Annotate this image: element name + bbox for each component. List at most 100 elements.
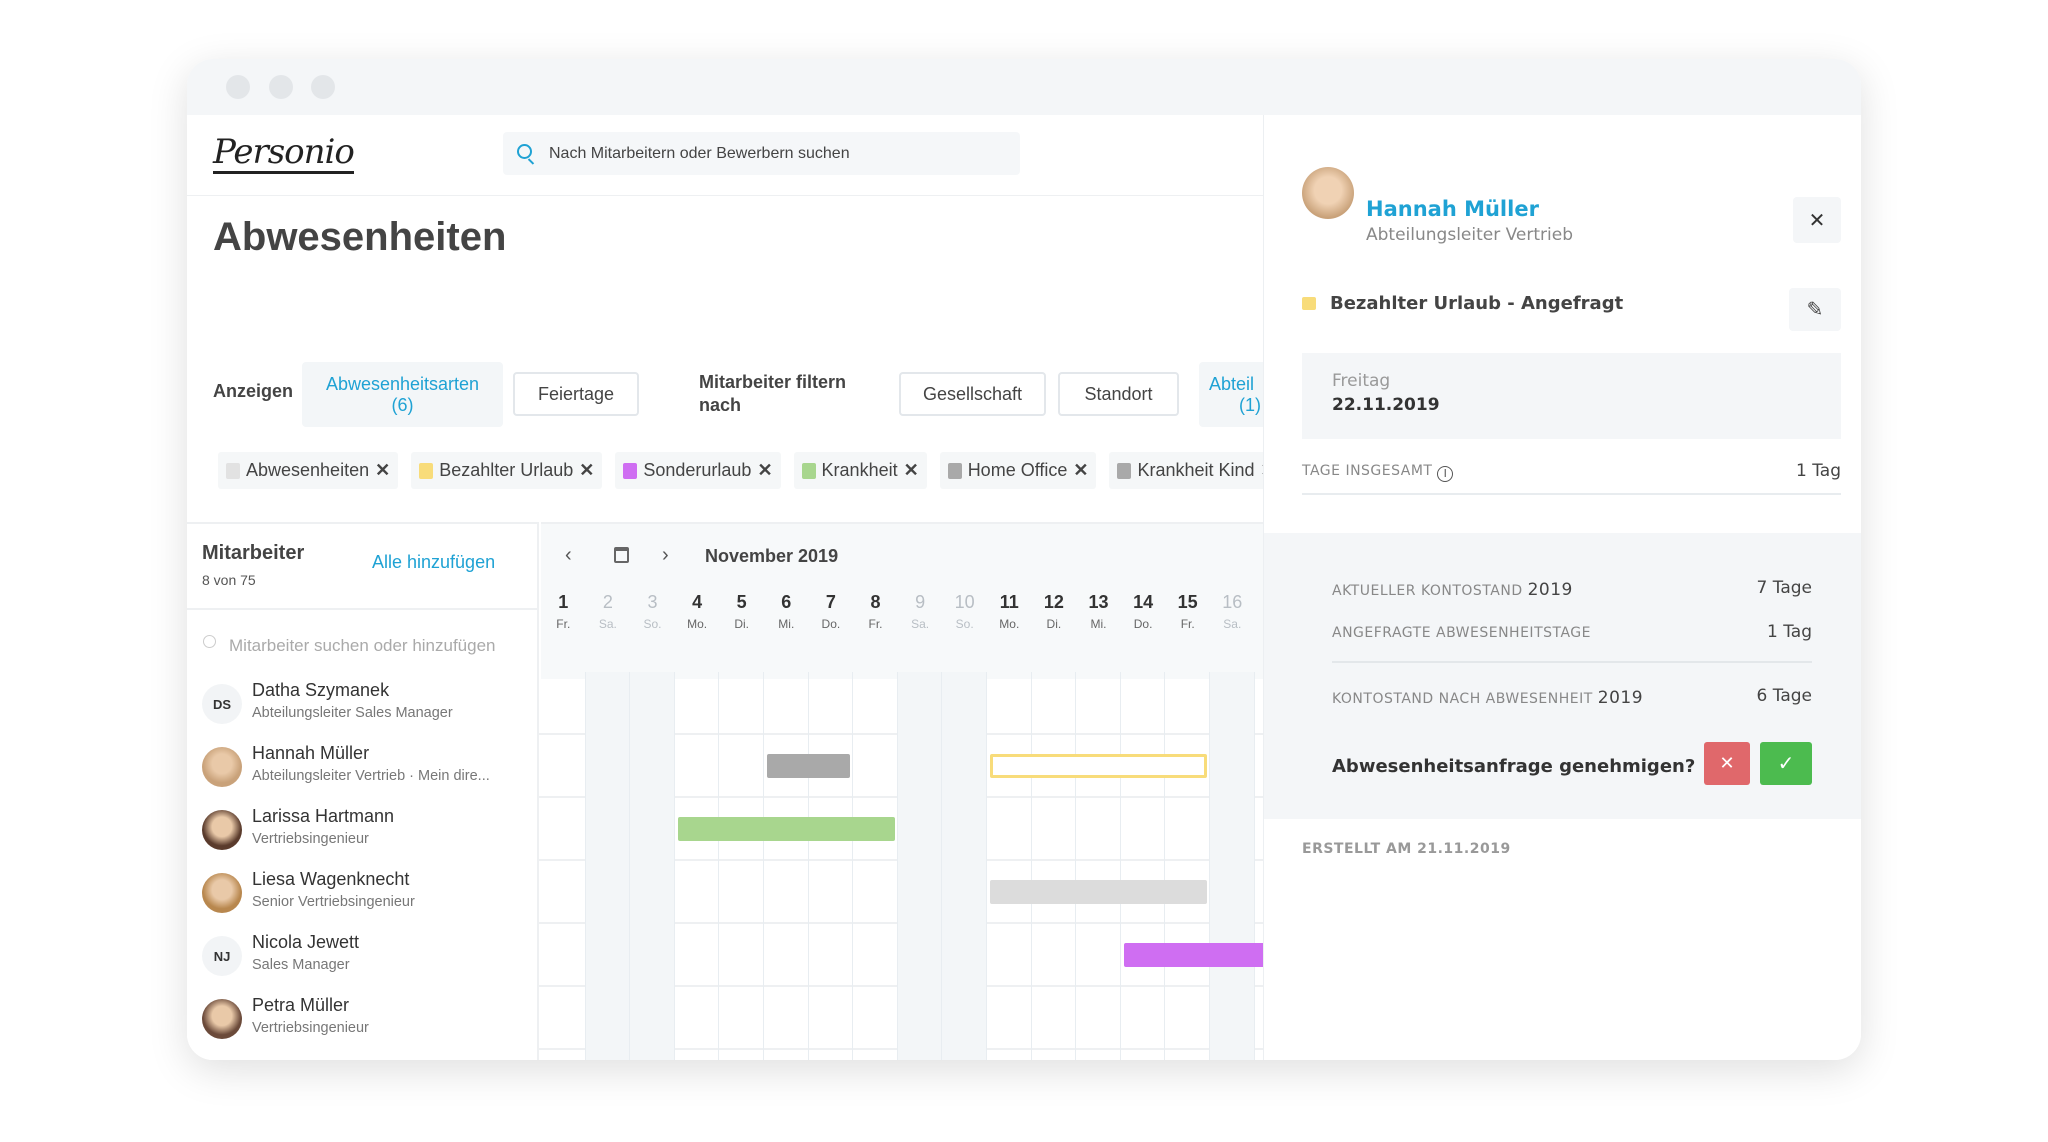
day-cell[interactable]: [675, 672, 720, 735]
day-cell[interactable]: [897, 861, 943, 924]
day-cell[interactable]: [719, 672, 764, 735]
day-cell[interactable]: [630, 1050, 675, 1060]
employee-search-input[interactable]: Mitarbeiter suchen oder hinzufügen: [187, 608, 539, 678]
employee-row[interactable]: DS Datha Szymanek Abteilungsleiter Sales M…: [187, 672, 1263, 735]
window-close-dot[interactable]: [226, 75, 250, 99]
employee-info[interactable]: Liesa Wagenknecht Senior Vertriebsingenie…: [187, 861, 539, 924]
employee-info[interactable]: Sonja HufnagelVertriebsleiter · Mein dir…: [187, 1050, 539, 1060]
absence-bar[interactable]: [677, 817, 895, 841]
window-maximize-dot[interactable]: [311, 75, 335, 99]
day-cell[interactable]: [1165, 672, 1210, 735]
day-cell[interactable]: [719, 1050, 764, 1060]
holidays-button[interactable]: Feiertage: [513, 372, 639, 416]
approve-button[interactable]: ✓: [1760, 742, 1812, 785]
absence-bar[interactable]: [990, 880, 1207, 904]
day-cell[interactable]: [630, 924, 675, 987]
day-cell[interactable]: [1032, 672, 1077, 735]
day-cell[interactable]: [987, 987, 1032, 1050]
day-cell[interactable]: [987, 1050, 1032, 1060]
day-cell[interactable]: [764, 672, 809, 735]
edit-absence-button[interactable]: ✎: [1789, 288, 1841, 331]
day-cell[interactable]: [853, 924, 898, 987]
day-cell[interactable]: [630, 798, 675, 861]
day-cell[interactable]: [987, 798, 1032, 861]
prev-month-button[interactable]: ‹: [565, 544, 572, 567]
day-cell[interactable]: [764, 1050, 809, 1060]
day-cell[interactable]: [1165, 798, 1210, 861]
day-cell[interactable]: [630, 987, 675, 1050]
day-cell[interactable]: [897, 735, 943, 798]
day-cell[interactable]: [942, 798, 987, 861]
day-cell[interactable]: [853, 672, 898, 735]
absence-type-chip[interactable]: Bezahlter Urlaub ✕: [411, 452, 603, 489]
absence-type-chip[interactable]: Abwesenheiten ✕: [218, 452, 399, 489]
day-cell[interactable]: [630, 735, 675, 798]
day-cell[interactable]: [1121, 1050, 1166, 1060]
day-cell[interactable]: [1210, 987, 1255, 1050]
day-cell[interactable]: [630, 861, 675, 924]
day-cell[interactable]: [675, 735, 720, 798]
absence-type-chip[interactable]: Sonderurlaub ✕: [615, 452, 781, 489]
employee-row[interactable]: Hannah Müller Abteilungsleiter Vertrieb ·…: [187, 735, 1263, 798]
day-cell[interactable]: [809, 1050, 854, 1060]
day-cell[interactable]: [942, 924, 987, 987]
day-cell[interactable]: [541, 1050, 586, 1060]
day-cell[interactable]: [1032, 924, 1077, 987]
day-cell[interactable]: [809, 672, 854, 735]
day-cell[interactable]: [942, 672, 987, 735]
day-cell[interactable]: [585, 987, 631, 1050]
day-cell[interactable]: [1076, 798, 1121, 861]
day-cell[interactable]: [585, 1050, 631, 1060]
day-cell[interactable]: [1032, 798, 1077, 861]
day-cell[interactable]: [585, 861, 631, 924]
day-cell[interactable]: [1076, 987, 1121, 1050]
employee-info[interactable]: Hannah Müller Abteilungsleiter Vertrieb ·…: [187, 735, 539, 798]
day-cell[interactable]: [1121, 987, 1166, 1050]
absence-type-chip[interactable]: Krankheit Kind✕: [1109, 452, 1263, 489]
day-cell[interactable]: [1210, 1050, 1255, 1060]
company-filter-button[interactable]: Gesellschaft: [899, 372, 1046, 416]
day-cell[interactable]: [809, 924, 854, 987]
employee-info[interactable]: NJ Nicola Jewett Sales Manager: [187, 924, 539, 987]
day-cell[interactable]: [585, 798, 631, 861]
remove-chip-icon[interactable]: ✕: [375, 460, 390, 481]
location-filter-button[interactable]: Standort: [1058, 372, 1179, 416]
day-cell[interactable]: [987, 924, 1032, 987]
day-cell[interactable]: [585, 735, 631, 798]
day-cell[interactable]: [853, 735, 898, 798]
day-cell[interactable]: [719, 924, 764, 987]
day-cell[interactable]: [719, 987, 764, 1050]
day-cell[interactable]: [1121, 798, 1166, 861]
employee-row[interactable]: Sonja HufnagelVertriebsleiter · Mein dir…: [187, 1050, 1263, 1060]
day-cell[interactable]: [809, 987, 854, 1050]
employee-info[interactable]: Petra Müller Vertriebsingenieur: [187, 987, 539, 1050]
day-cell[interactable]: [541, 861, 586, 924]
day-cell[interactable]: [1076, 1050, 1121, 1060]
day-cell[interactable]: [585, 924, 631, 987]
day-cell[interactable]: [853, 861, 898, 924]
day-cell[interactable]: [541, 735, 586, 798]
day-cell[interactable]: [764, 924, 809, 987]
absence-type-chip[interactable]: Krankheit ✕: [793, 452, 927, 489]
global-search-input[interactable]: Nach Mitarbeitern oder Bewerbern suchen: [503, 132, 1020, 175]
day-cell[interactable]: [942, 861, 987, 924]
day-cell[interactable]: [764, 861, 809, 924]
day-cell[interactable]: [719, 861, 764, 924]
day-cell[interactable]: [541, 798, 586, 861]
day-cell[interactable]: [1165, 1050, 1210, 1060]
day-cell[interactable]: [764, 987, 809, 1050]
day-cell[interactable]: [897, 798, 943, 861]
reject-button[interactable]: ✕: [1704, 742, 1750, 785]
absence-bar[interactable]: [1123, 943, 1263, 967]
day-cell[interactable]: [1032, 987, 1077, 1050]
day-cell[interactable]: [675, 924, 720, 987]
employee-row[interactable]: NJ Nicola Jewett Sales Manager: [187, 924, 1263, 987]
employee-row[interactable]: Petra Müller Vertriebsingenieur: [187, 987, 1263, 1050]
day-cell[interactable]: [809, 861, 854, 924]
day-cell[interactable]: [942, 735, 987, 798]
department-filter-tab[interactable]: Abteil (1): [1199, 362, 1263, 427]
remove-chip-icon[interactable]: ✕: [904, 460, 919, 481]
detail-employee-name[interactable]: Hannah Müller: [1366, 197, 1539, 221]
personio-logo[interactable]: Personio: [213, 135, 355, 174]
absence-bar[interactable]: [990, 754, 1207, 778]
